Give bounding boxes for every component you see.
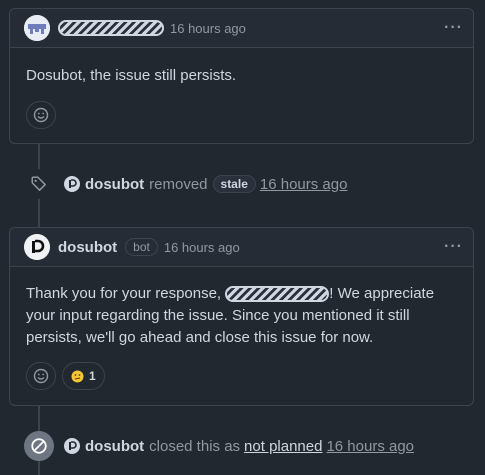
redacted-username[interactable] bbox=[58, 20, 164, 36]
dosubot-avatar[interactable] bbox=[24, 234, 50, 260]
comment-card: dosubot bot 16 hours ago ··· Thank you f… bbox=[9, 227, 474, 406]
tag-icon bbox=[24, 169, 54, 199]
close-reason-link[interactable]: not planned bbox=[244, 438, 322, 455]
comment-header: 16 hours ago ··· bbox=[10, 9, 473, 48]
smiley-icon bbox=[33, 107, 49, 123]
label-stale[interactable]: stale bbox=[212, 175, 256, 193]
dosubot-avatar[interactable] bbox=[64, 176, 80, 192]
timeline-event-label-removed: dosubot removed stale 16 hours ago bbox=[24, 168, 475, 200]
reaction-row: 1 bbox=[10, 349, 473, 404]
reaction-count: 1 bbox=[89, 369, 96, 383]
closed-not-planned-icon bbox=[24, 431, 54, 461]
add-reaction-button[interactable] bbox=[26, 362, 56, 390]
redacted-username[interactable] bbox=[225, 286, 330, 303]
add-reaction-button[interactable] bbox=[26, 101, 56, 129]
event-actor[interactable]: dosubot bbox=[85, 176, 144, 193]
event-actor[interactable]: dosubot bbox=[85, 438, 144, 455]
comment-text-part1: Thank you for your response, bbox=[26, 285, 226, 302]
comment-timestamp[interactable]: 16 hours ago bbox=[170, 21, 246, 36]
comment-body: Dosubot, the issue still persists. bbox=[26, 67, 237, 84]
more-options-icon[interactable]: ··· bbox=[444, 238, 463, 256]
avatar[interactable] bbox=[24, 15, 50, 41]
event-timestamp[interactable]: 16 hours ago bbox=[326, 438, 414, 455]
comment-card: 16 hours ago ··· Dosubot, the issue stil… bbox=[9, 8, 474, 144]
event-timestamp[interactable]: 16 hours ago bbox=[260, 176, 348, 193]
comment-header: dosubot bot 16 hours ago ··· bbox=[10, 228, 473, 267]
comment-author[interactable]: dosubot bbox=[58, 239, 117, 256]
reaction-row bbox=[10, 87, 473, 143]
dosubot-avatar[interactable] bbox=[64, 438, 80, 454]
smiley-icon bbox=[33, 368, 49, 384]
more-options-icon[interactable]: ··· bbox=[444, 19, 463, 37]
confused-emoji-icon bbox=[71, 370, 84, 382]
bot-badge: bot bbox=[125, 238, 158, 256]
event-action: closed this as bbox=[149, 437, 241, 455]
comment-timestamp[interactable]: 16 hours ago bbox=[164, 240, 240, 255]
event-action: removed bbox=[149, 175, 208, 193]
comment-body: Thank you for your response, ! We apprec… bbox=[10, 267, 473, 349]
confused-reaction-button[interactable]: 1 bbox=[62, 362, 105, 390]
timeline-event-closed: dosubot closed this as not planned 16 ho… bbox=[24, 430, 475, 462]
